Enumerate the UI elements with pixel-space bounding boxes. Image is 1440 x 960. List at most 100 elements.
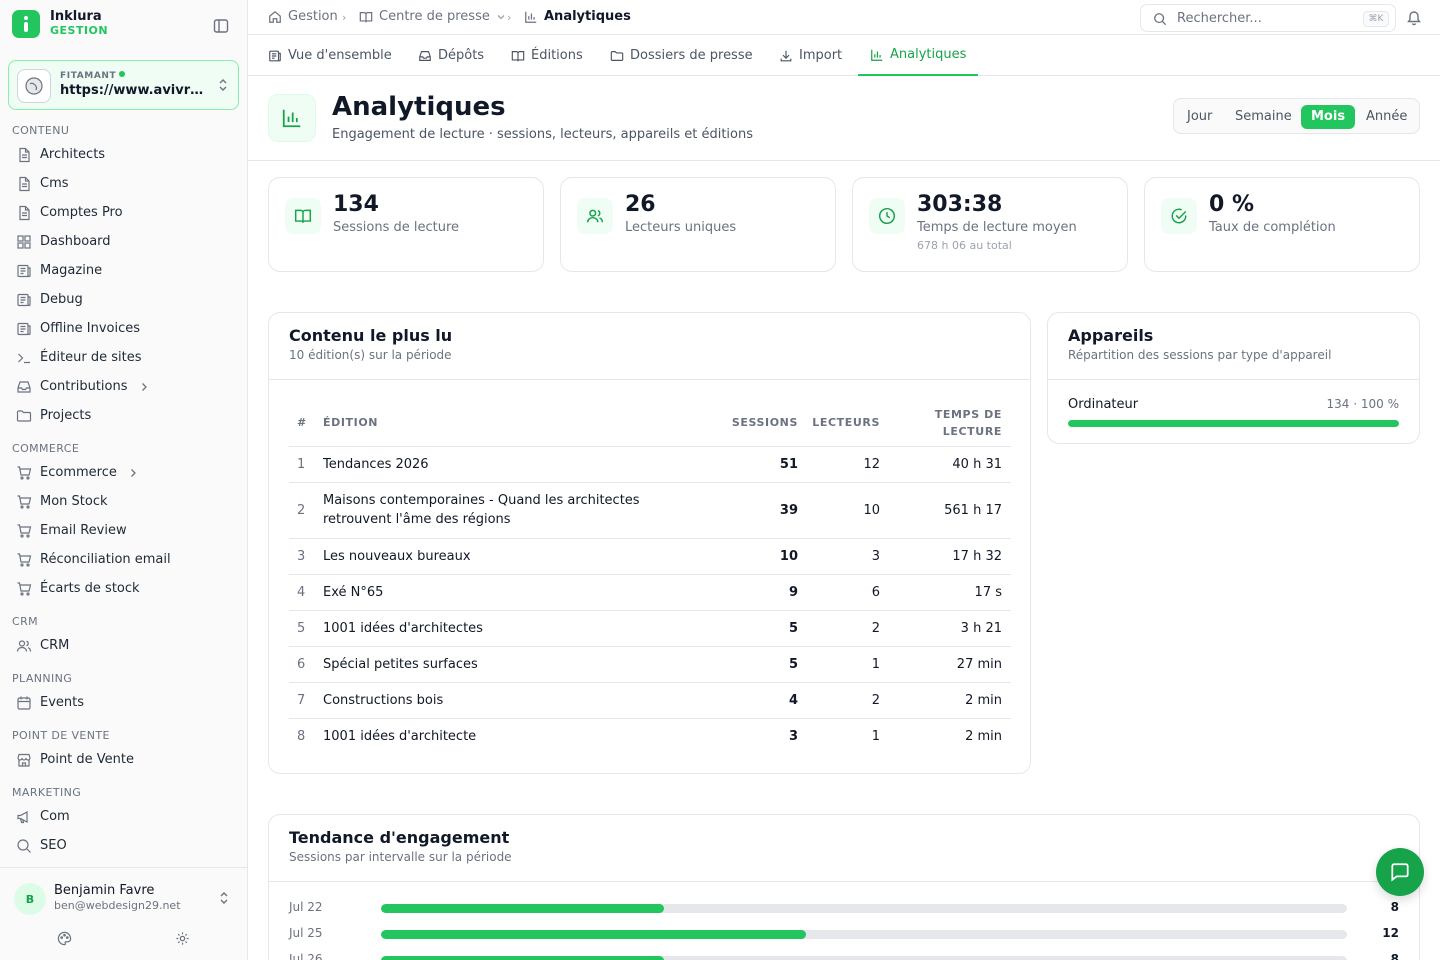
divider (269, 881, 1419, 882)
tab-editions[interactable]: Éditions (511, 35, 583, 76)
clock-icon (869, 198, 905, 234)
status-dot-icon (119, 71, 126, 77)
table-row[interactable]: 7 Constructions bois 4 2 2 min (289, 682, 1011, 719)
breadcrumb-current: Analytiques (524, 9, 631, 24)
sidebar-item-magazine[interactable]: Magazine (0, 256, 247, 285)
store-icon (17, 753, 31, 767)
gear-icon[interactable] (175, 931, 190, 950)
inbox-icon (419, 50, 431, 61)
period-day[interactable]: Jour (1187, 105, 1212, 129)
sidebar-item-offline-invoices[interactable]: Offline Invoices (0, 314, 247, 343)
search-input[interactable]: Rechercher... ⌘K (1140, 4, 1396, 32)
table-row[interactable]: 5 1001 idées d'architectes 5 2 3 h 21 (289, 610, 1011, 647)
table-row[interactable]: 4 Exé N°65 9 6 17 s (289, 574, 1011, 611)
device-progress-fill (1068, 420, 1399, 427)
table-row[interactable]: 1 Tendances 2026 51 12 40 h 31 (289, 446, 1011, 483)
sidebar-item-label: Comptes Pro (40, 205, 123, 220)
period-month[interactable]: Mois (1301, 105, 1356, 129)
column-header-edition: ÉDITION (323, 400, 729, 447)
cell-readers: 3 (798, 538, 880, 575)
engagement-trend-card: Tendance d'engagement Sessions par inter… (268, 814, 1420, 960)
period-week[interactable]: Semaine (1235, 105, 1292, 129)
newspaper-icon (17, 322, 31, 335)
device-label: Ordinateur (1068, 397, 1139, 412)
calendar-icon (17, 696, 31, 710)
sidebar-item-debug[interactable]: Debug (0, 285, 247, 314)
cell-rank: 3 (289, 538, 323, 575)
sidebar-item-architects[interactable]: Architects (0, 140, 247, 169)
sidebar-item-label: Écarts de stock (40, 581, 140, 596)
sidebar-item-email-review[interactable]: Email Review (0, 516, 247, 545)
sidebar-item-point-de-vente[interactable]: Point de Vente (0, 745, 247, 774)
tab-import[interactable]: Import (779, 35, 842, 76)
sidebar-item-comptes-pro[interactable]: Comptes Pro (0, 198, 247, 227)
sidebar-item-dashboard[interactable]: Dashboard (0, 227, 247, 256)
sidebar-item-projects[interactable]: Projects (0, 401, 247, 430)
sidebar-item-ecarts-de-stock[interactable]: Écarts de stock (0, 574, 247, 603)
breadcrumb-current-label: Analytiques (544, 9, 631, 24)
user-menu[interactable]: B Benjamin Favre ben@webdesign29.net (0, 867, 247, 960)
chevron-down-icon (497, 14, 505, 19)
sidebar-item-com[interactable]: Com (0, 802, 247, 831)
breadcrumb-section[interactable]: Centre de presse (359, 9, 512, 24)
sidebar-item-label: Réconciliation email (40, 552, 171, 567)
kpi-card-reading-time: 303:38 Temps de lecture moyen 678 h 06 a… (852, 177, 1128, 272)
chat-button[interactable] (1376, 848, 1424, 896)
sidebar-item-label: Dashboard (40, 234, 111, 249)
table-row[interactable]: 2 Maisons contemporaines - Quand les arch… (289, 482, 1011, 539)
home-icon (269, 10, 281, 23)
tab-overview-label: Vue d'ensemble (288, 48, 392, 63)
sidebar-item-crm[interactable]: CRM (0, 631, 247, 660)
card-title: Tendance d'engagement (289, 828, 510, 847)
sidebar-item-editeur-de-sites[interactable]: Éditeur de sites (0, 343, 247, 372)
cell-edition: Maisons contemporaines - Quand les archi… (323, 482, 729, 539)
newspaper-icon (269, 50, 281, 61)
card-subtitle: 10 édition(s) sur la période (289, 348, 452, 362)
sidebar-item-events[interactable]: Events (0, 688, 247, 717)
tab-deposits[interactable]: Dépôts (418, 35, 484, 76)
book-icon (359, 11, 373, 22)
table-row[interactable]: 3 Les nouveaux bureaux 10 3 17 h 32 (289, 538, 1011, 575)
sidebar-section-title: POINT DE VENTE (12, 729, 110, 742)
cell-rank: 1 (289, 446, 323, 483)
trend-row: Jul 25 12 (289, 923, 1399, 943)
sidebar-item-contributions[interactable]: Contributions (0, 372, 247, 401)
site-switcher[interactable]: FITAMANT https://www.avivre.fr (8, 60, 239, 110)
kpi-label: Temps de lecture moyen (917, 220, 1077, 235)
cell-sessions: 4 (729, 682, 798, 719)
sidebar-item-seo[interactable]: SEO (0, 831, 247, 860)
cell-rank: 5 (289, 610, 323, 647)
palette-icon[interactable] (57, 931, 72, 950)
card-title: Contenu le plus lu (289, 326, 453, 345)
sidebar-item-ecommerce[interactable]: Ecommerce (0, 458, 247, 487)
tab-press-kits[interactable]: Dossiers de presse (610, 35, 753, 76)
cart-icon (17, 552, 32, 567)
sidebar-toggle-icon[interactable] (212, 17, 230, 35)
tab-editions-label: Éditions (531, 48, 583, 63)
terminal-icon (18, 353, 30, 363)
kpi-card-readers: 26 Lecteurs uniques (560, 177, 836, 272)
tab-analytics[interactable]: Analytiques (858, 35, 979, 76)
period-year[interactable]: Année (1366, 105, 1407, 129)
sidebar-item-reconciliation-email[interactable]: Réconciliation email (0, 545, 247, 574)
tab-overview[interactable]: Vue d'ensemble (268, 35, 392, 76)
sidebar-item-label: CRM (40, 638, 70, 653)
chevron-updown-icon[interactable] (218, 891, 230, 909)
sidebar-item-label: Events (40, 695, 85, 710)
kpi-label: Sessions de lecture (333, 220, 460, 235)
sidebar-item-cms[interactable]: Cms (0, 169, 247, 198)
search-icon (1154, 13, 1167, 26)
table-row[interactable]: 8 1001 idées d'architecte 3 1 2 min (289, 718, 1011, 754)
bell-icon[interactable] (1406, 9, 1422, 30)
trend-bar (381, 956, 665, 960)
brand[interactable]: Inklura GESTION (12, 10, 108, 38)
brand-logo-icon (12, 10, 40, 38)
sidebar-item-mon-stock[interactable]: Mon Stock (0, 487, 247, 516)
sidebar: Inklura GESTION FITAMANT https://www.avi… (0, 0, 248, 960)
table-row[interactable]: 6 Spécial petites surfaces 5 1 27 min (289, 646, 1011, 683)
trend-row: Jul 22 8 (289, 897, 1399, 917)
card-subtitle: Répartition des sessions par type d'appa… (1068, 348, 1332, 362)
breadcrumb-home[interactable]: Gestion (268, 9, 338, 24)
cell-edition: Tendances 2026 (323, 446, 729, 483)
tab-bar: Vue d'ensemble Dépôts Éditions Dossiers … (248, 35, 1440, 76)
